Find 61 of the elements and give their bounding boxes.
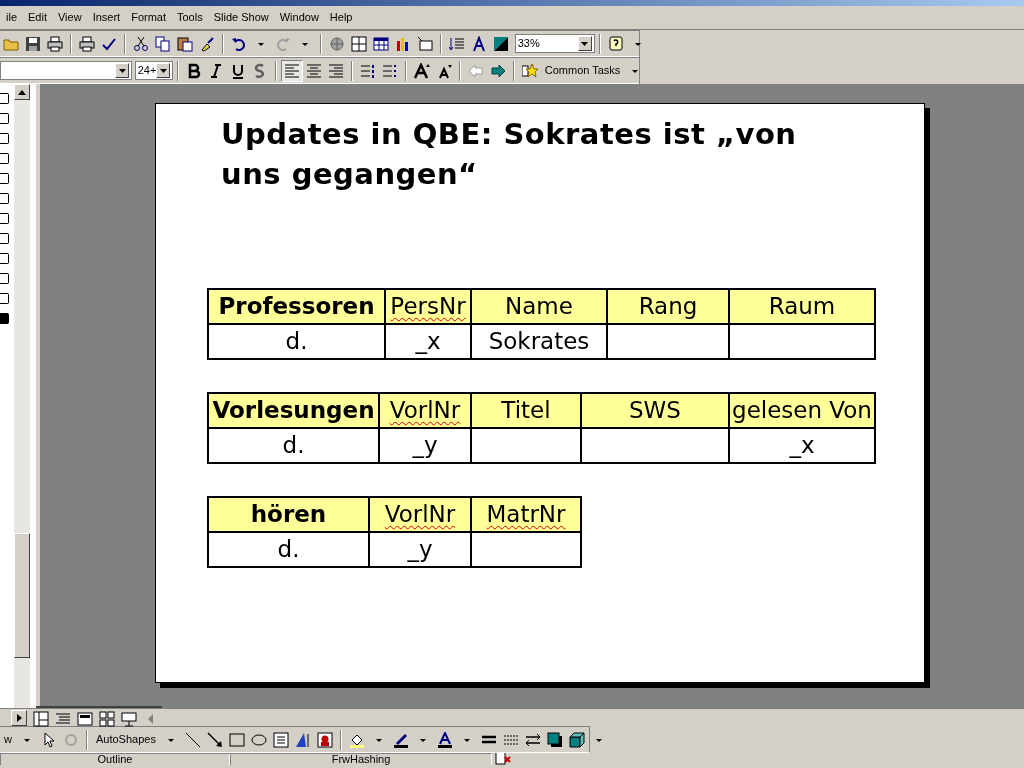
menu-item[interactable]: Format bbox=[125, 9, 171, 26]
caret-icon[interactable] bbox=[118, 68, 126, 73]
slide-icon[interactable] bbox=[0, 193, 9, 204]
right-arrow-icon bbox=[16, 713, 22, 722]
slide-icon[interactable] bbox=[0, 253, 9, 264]
table-cell: Sokrates bbox=[471, 324, 607, 359]
slide-icon[interactable] bbox=[0, 273, 9, 284]
menu-item[interactable]: Help bbox=[323, 9, 358, 26]
table-cell: d. bbox=[208, 532, 369, 567]
slide-icon[interactable] bbox=[0, 113, 9, 124]
slide-icon[interactable] bbox=[0, 173, 9, 184]
caret-icon[interactable] bbox=[581, 41, 589, 46]
header-cell: PersNr bbox=[385, 289, 471, 324]
menu-item[interactable]: View bbox=[52, 9, 87, 26]
header-cell: Professoren bbox=[208, 289, 385, 324]
menu-item[interactable]: Tools bbox=[171, 9, 208, 26]
slide-icon[interactable] bbox=[0, 93, 9, 104]
table-cell: d. bbox=[208, 324, 385, 359]
slide-icon[interactable] bbox=[0, 133, 9, 144]
slide-icon[interactable] bbox=[0, 213, 9, 224]
menu-item[interactable]: ile bbox=[0, 9, 22, 26]
menu-item[interactable]: Insert bbox=[86, 9, 126, 26]
header-cell: gelesen Von bbox=[729, 393, 875, 428]
scroll-right-button[interactable] bbox=[11, 709, 27, 726]
header-cell: SWS bbox=[581, 393, 729, 428]
zoom-field[interactable]: 33% bbox=[514, 34, 595, 53]
menu-item[interactable]: Edit bbox=[22, 9, 52, 26]
table-cell: _x bbox=[729, 428, 875, 463]
header-cell: Vorlesungen bbox=[208, 393, 379, 428]
scroll-thumb[interactable] bbox=[14, 533, 30, 658]
draw-menu-button[interactable]: w bbox=[0, 729, 16, 750]
menu-item[interactable]: Window bbox=[273, 9, 324, 26]
header-cell: Titel bbox=[471, 393, 581, 428]
common-tasks-button[interactable]: Common Tasks bbox=[540, 60, 625, 81]
header-cell: hören bbox=[208, 497, 369, 532]
align-left-icon[interactable] bbox=[280, 59, 303, 82]
font-size-field[interactable]: 24+ bbox=[134, 61, 173, 80]
caret-icon[interactable] bbox=[159, 68, 167, 73]
menu-item[interactable]: Slide Show bbox=[207, 9, 274, 26]
header-cell: MatrNr bbox=[471, 497, 581, 532]
slide-icon[interactable] bbox=[0, 153, 9, 164]
table-cell: _x bbox=[385, 324, 471, 359]
table-cell: d. bbox=[208, 428, 379, 463]
spelling-status-icon[interactable] bbox=[492, 753, 514, 765]
slide-icon[interactable] bbox=[0, 233, 9, 244]
header-cell: VorlNr bbox=[379, 393, 471, 428]
header-cell: VorlNr bbox=[369, 497, 471, 532]
scrollbar[interactable] bbox=[14, 84, 30, 708]
autoshapes-button[interactable]: AutoShapes bbox=[91, 729, 160, 750]
table-cell: _y bbox=[379, 428, 471, 463]
header-cell: Rang bbox=[607, 289, 729, 324]
up-arrow-icon bbox=[18, 89, 26, 95]
status-panel: FrwHashing bbox=[230, 753, 492, 765]
scroll-up-button[interactable] bbox=[14, 84, 30, 100]
slide-title: Updates in QBE: Sokrates ist „von uns gegangen“ bbox=[221, 116, 798, 193]
font-field[interactable] bbox=[0, 61, 132, 80]
header-cell: Name bbox=[471, 289, 607, 324]
status-panel: Outline bbox=[0, 753, 230, 765]
table-cell: _y bbox=[369, 532, 471, 567]
header-cell: Raum bbox=[729, 289, 875, 324]
slide-icon[interactable] bbox=[0, 293, 9, 304]
